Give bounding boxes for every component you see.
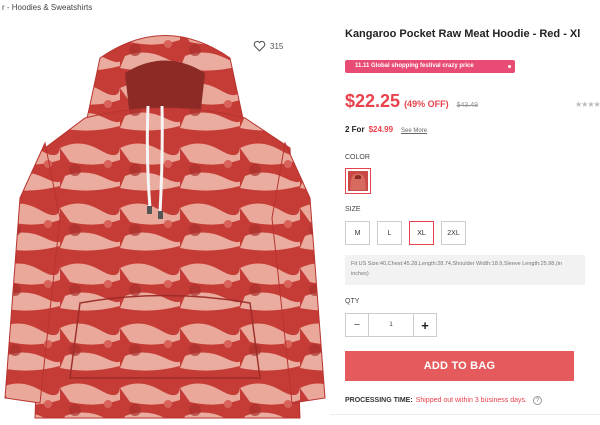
see-more-link[interactable]: See More xyxy=(401,128,427,134)
product-image[interactable] xyxy=(0,18,330,425)
size-option-2xl[interactable]: 2XL xyxy=(441,221,466,245)
deal-label: 2 For xyxy=(345,125,365,134)
quantity-label: QTY xyxy=(345,298,360,305)
product-title: Kangaroo Pocket Raw Meat Hoodie - Red - … xyxy=(345,28,581,40)
favorite-count: 315 xyxy=(270,41,284,51)
size-selector: M L XL 2XL xyxy=(345,221,466,245)
processing-label: PROCESSING TIME: xyxy=(345,397,413,404)
quantity-increase-button[interactable]: + xyxy=(413,313,437,337)
rating-stars[interactable]: ★★★★★ xyxy=(575,100,600,109)
hoodie-illustration xyxy=(4,35,326,419)
color-label: COLOR xyxy=(345,154,370,161)
fit-info: Fit US Size:40,Chest:45.28,Length:28.74,… xyxy=(345,255,585,285)
promo-text: 11.11 Global shopping festival crazy pri… xyxy=(355,63,474,69)
discount-percent: (49% OFF) xyxy=(404,99,449,109)
size-label: SIZE xyxy=(345,206,361,213)
promo-banner[interactable]: 11.11 Global shopping festival crazy pri… xyxy=(345,60,515,73)
size-option-l[interactable]: L xyxy=(377,221,402,245)
promo-dot-icon xyxy=(508,65,511,68)
size-option-xl[interactable]: XL xyxy=(409,221,434,245)
current-price: $22.25 xyxy=(345,91,401,111)
color-swatch-thumbnail xyxy=(348,171,368,191)
deal-price: $24.99 xyxy=(368,125,394,134)
size-option-m[interactable]: M xyxy=(345,221,370,245)
breadcrumb[interactable]: r - Hoodies & Sweatshirts xyxy=(2,3,92,12)
quantity-decrease-button[interactable]: − xyxy=(345,313,369,337)
color-swatch-red[interactable] xyxy=(345,168,371,194)
divider xyxy=(330,414,600,415)
quantity-stepper: − 1 + xyxy=(345,313,437,337)
help-icon[interactable]: ? xyxy=(532,396,542,405)
favorite-button[interactable]: 315 xyxy=(253,40,283,52)
processing-text: Shipped out within 3 business days. xyxy=(415,397,527,404)
original-price: $43.49 xyxy=(456,102,478,109)
heart-icon xyxy=(253,40,266,52)
processing-time: PROCESSING TIME: Shipped out within 3 bu… xyxy=(345,396,542,405)
quantity-input[interactable]: 1 xyxy=(369,313,413,337)
add-to-bag-button[interactable]: ADD TO BAG xyxy=(345,351,574,381)
bundle-deal: 2 For $24.99 See More xyxy=(345,125,427,134)
price-row: $22.25 (49% OFF) $43.49 xyxy=(345,91,478,112)
